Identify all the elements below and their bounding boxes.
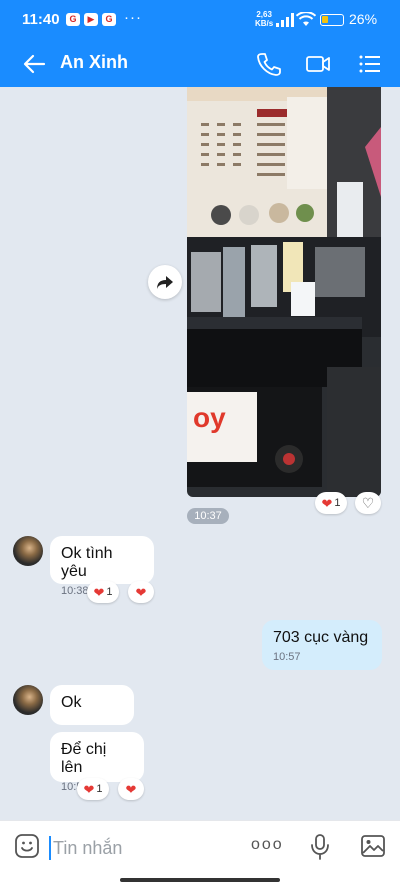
heart-icon: ❤ <box>83 781 95 797</box>
message-text: 703 cục vàng <box>273 629 369 646</box>
message-react-button[interactable]: ❤ <box>118 778 144 800</box>
google-icon: G <box>102 13 116 26</box>
phone-call-icon[interactable] <box>254 50 282 78</box>
signal-icon <box>276 13 294 27</box>
net-speed-unit: KB/s <box>255 19 274 28</box>
heart-icon: ❤ <box>321 495 333 511</box>
status-bar: 11:40 G ▶ G ··· 2,63 KB/s 26% <box>0 0 400 40</box>
message-react-button[interactable]: ❤ <box>128 581 154 603</box>
message-input-bar: Tin nhắn ooo <box>0 820 400 872</box>
image-gallery-icon[interactable] <box>360 833 386 859</box>
emoji-sticker-icon[interactable] <box>14 833 40 859</box>
heart-icon: ❤ <box>135 584 147 600</box>
status-time: 11:40 <box>22 11 60 28</box>
chat-header: An Xinh <box>0 40 400 87</box>
network-speed: 2,63 KB/s <box>255 10 273 28</box>
message-text: Để chị lên <box>61 741 107 776</box>
chat-area[interactable]: oy ❤ 1 ♡ 10:37 Ok tình yêu 10:38 ❤ 1 ❤ 7… <box>0 87 400 820</box>
menu-list-icon[interactable] <box>356 50 384 78</box>
reaction-count: 1 <box>334 497 341 509</box>
svg-text:oy: oy <box>193 402 226 433</box>
youtube-icon: ▶ <box>84 13 98 26</box>
notification-icons: G ▶ G <box>66 13 116 26</box>
message-bubble[interactable]: Để chị lên 10:58 <box>50 732 144 793</box>
net-speed-value: 2,63 <box>256 10 272 19</box>
share-arrow-icon <box>157 276 173 289</box>
message-time: 10:57 <box>273 651 301 663</box>
heart-icon: ❤ <box>93 584 105 600</box>
more-options-icon[interactable]: ooo <box>251 836 284 854</box>
notif-app-icon: G <box>66 13 80 26</box>
reaction-count: 1 <box>106 586 113 598</box>
gesture-bar <box>0 872 400 889</box>
message-input[interactable]: Tin nhắn <box>53 838 122 859</box>
text-cursor <box>49 836 51 860</box>
forward-button[interactable] <box>148 265 182 299</box>
wifi-icon <box>296 12 316 26</box>
status-more-icon: ··· <box>124 9 142 26</box>
home-indicator[interactable] <box>120 878 280 882</box>
photo-reaction-count[interactable]: ❤ 1 <box>315 492 347 514</box>
message-bubble[interactable]: Ok tình yêu 10:38 <box>50 536 154 597</box>
battery-icon <box>320 14 344 26</box>
photo-react-button[interactable]: ♡ <box>355 492 381 514</box>
message-bubble[interactable]: Ok <box>50 685 134 725</box>
my-message-bubble[interactable]: 703 cục vàng 10:57 <box>262 620 382 670</box>
reaction-count: 1 <box>96 783 103 795</box>
battery-percent: 26% <box>349 11 378 27</box>
message-reaction-count[interactable]: ❤ 1 <box>77 778 109 800</box>
heart-icon: ❤ <box>125 781 137 797</box>
heart-outline-icon: ♡ <box>361 495 375 511</box>
microphone-icon[interactable] <box>309 833 331 861</box>
photo-image: oy <box>187 87 381 497</box>
message-text: Ok <box>61 694 82 711</box>
photo-time: 10:37 <box>187 508 229 524</box>
shared-photo[interactable]: oy <box>187 87 381 497</box>
avatar[interactable] <box>13 685 43 715</box>
contact-name[interactable]: An Xinh <box>60 52 128 73</box>
back-arrow-icon[interactable] <box>20 50 48 78</box>
video-call-icon[interactable] <box>304 50 332 78</box>
avatar[interactable] <box>13 536 43 566</box>
message-reaction-count[interactable]: ❤ 1 <box>87 581 119 603</box>
message-text: Ok tình yêu <box>61 545 113 580</box>
